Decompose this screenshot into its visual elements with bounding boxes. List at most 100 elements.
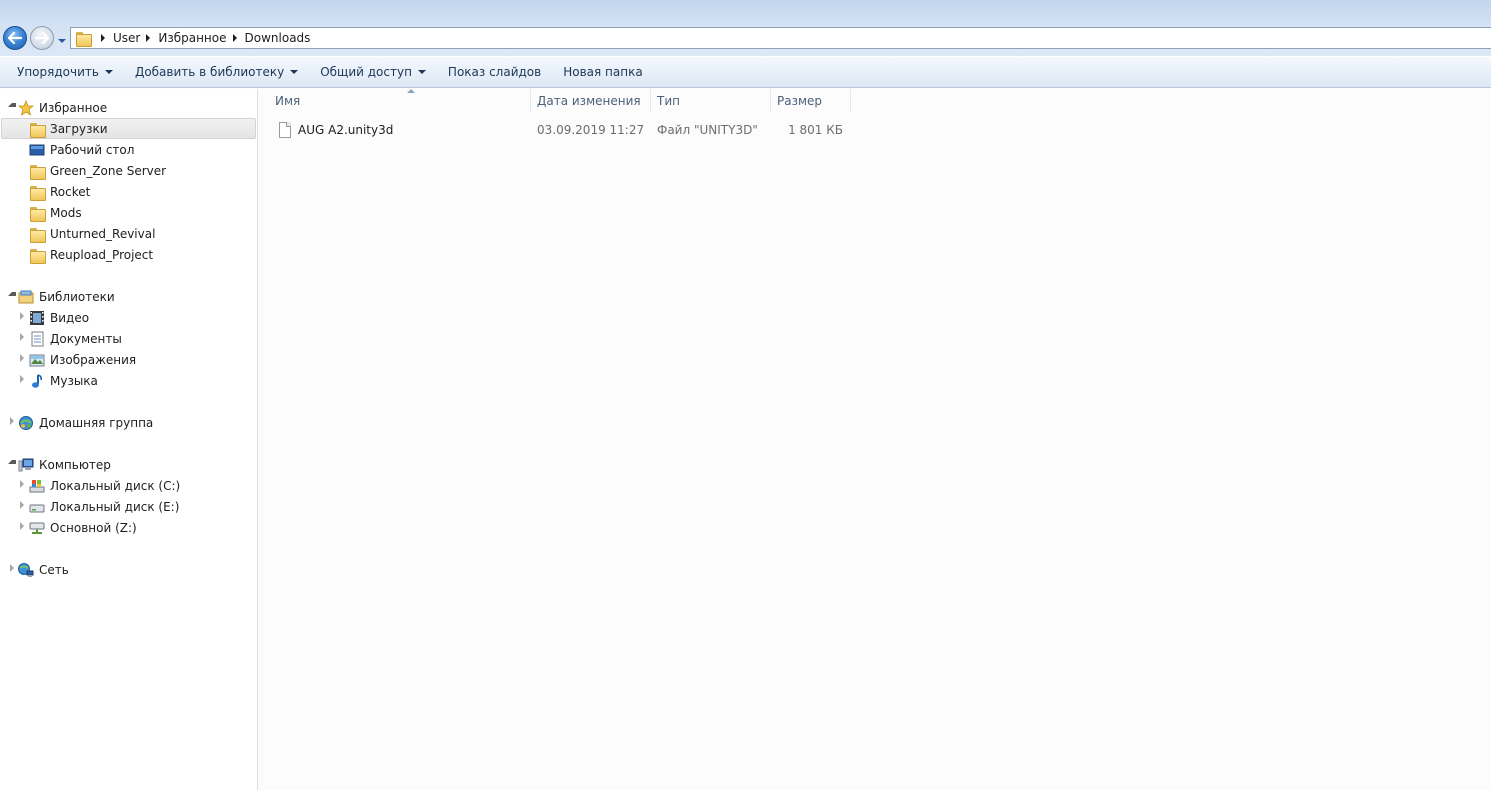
expand-computer-toggle[interactable] <box>8 460 16 464</box>
folder-icon <box>29 226 46 243</box>
nav-favorites[interactable]: Избранное <box>17 97 107 118</box>
nav-item-rocket[interactable]: Rocket <box>29 181 90 202</box>
nav-item-label: Документы <box>50 331 122 346</box>
forward-button[interactable] <box>30 26 54 50</box>
file-row[interactable]: AUG A2.unity3d 03.09.2019 11:27 Файл "UN… <box>277 120 851 140</box>
expand-libraries-toggle[interactable] <box>8 292 16 296</box>
music-icon <box>29 373 45 389</box>
nav-item-unturned-revival[interactable]: Unturned_Revival <box>29 223 155 244</box>
nav-item-video[interactable]: Видео <box>29 307 89 328</box>
expand-drive-c-toggle[interactable] <box>20 480 24 488</box>
file-name-cell: AUG A2.unity3d <box>279 120 393 140</box>
breadcrumb-separator[interactable] <box>232 34 237 42</box>
arrow-left-icon <box>8 32 22 44</box>
downloads-folder-icon <box>29 121 46 138</box>
column-header-name[interactable]: Имя <box>269 89 531 112</box>
column-header-type[interactable]: Тип <box>651 89 771 112</box>
file-size: 1 801 КБ <box>788 123 843 137</box>
recent-pages-dropdown[interactable] <box>57 34 67 43</box>
nav-item-label: Локальный диск (E:) <box>50 499 180 514</box>
nav-homegroup-label: Домашняя группа <box>39 415 154 430</box>
add-to-library-label: Добавить в библиотеку <box>134 65 285 79</box>
add-to-library-button[interactable]: Добавить в библиотеку <box>124 60 309 84</box>
video-icon <box>29 310 45 326</box>
arrow-right-icon <box>35 32 49 44</box>
expand-network-toggle[interactable] <box>10 564 14 572</box>
navigation-pane: Избранное Загрузки Рабочий стол Green_Zo… <box>0 89 258 790</box>
breadcrumb-downloads[interactable]: Downloads <box>245 31 311 45</box>
file-icon <box>279 122 291 138</box>
nav-item-desktop[interactable]: Рабочий стол <box>29 139 134 160</box>
libraries-icon <box>18 289 34 305</box>
expand-pictures-toggle[interactable] <box>20 354 24 362</box>
nav-item-label: Рабочий стол <box>50 142 135 157</box>
file-type: Файл "UNITY3D" <box>657 123 758 137</box>
folder-download-icon <box>75 30 92 47</box>
expand-video-toggle[interactable] <box>20 312 24 320</box>
nav-libraries[interactable]: Библиотеки <box>18 286 115 307</box>
nav-item-documents[interactable]: Документы <box>29 328 122 349</box>
nav-item-label: Видео <box>50 310 90 325</box>
expand-favorites-toggle[interactable] <box>8 103 16 107</box>
breadcrumb-separator[interactable] <box>146 34 151 42</box>
desktop-icon <box>29 142 45 158</box>
organize-button[interactable]: Упорядочить <box>6 60 124 84</box>
new-folder-button[interactable]: Новая папка <box>552 60 653 84</box>
nav-item-downloads[interactable]: Загрузки <box>1 118 256 139</box>
nav-libraries-label: Библиотеки <box>39 289 115 304</box>
nav-item-label: Rocket <box>50 184 91 199</box>
nav-item-reupload-project[interactable]: Reupload_Project <box>29 244 153 265</box>
nav-item-label: Музыка <box>50 373 98 388</box>
expand-drive-z-toggle[interactable] <box>20 522 24 530</box>
hard-drive-icon <box>29 499 45 515</box>
nav-computer[interactable]: Компьютер <box>18 454 111 475</box>
breadcrumb-favorites[interactable]: Избранное <box>158 31 226 45</box>
share-button[interactable]: Общий доступ <box>309 60 437 84</box>
command-bar: Упорядочить Добавить в библиотеку Общий … <box>0 56 1491 88</box>
file-list-pane: Имя Дата изменения Тип Размер AUG A2.uni… <box>259 89 1491 790</box>
nav-item-label: Unturned_Revival <box>50 226 156 241</box>
file-date: 03.09.2019 11:27 <box>537 123 645 137</box>
folder-icon <box>29 184 46 201</box>
computer-icon <box>18 457 34 473</box>
column-header-date[interactable]: Дата изменения <box>531 89 651 112</box>
nav-item-mods[interactable]: Mods <box>29 202 82 223</box>
expand-drive-e-toggle[interactable] <box>20 501 24 509</box>
system-drive-icon <box>29 478 45 494</box>
breadcrumb-separator[interactable] <box>101 34 105 42</box>
nav-item-music[interactable]: Музыка <box>29 370 98 391</box>
nav-computer-label: Компьютер <box>39 457 111 472</box>
folder-icon <box>29 247 46 264</box>
expand-music-toggle[interactable] <box>20 375 24 383</box>
expand-documents-toggle[interactable] <box>20 333 24 341</box>
new-folder-label: Новая папка <box>563 65 643 79</box>
chevron-down-icon <box>104 70 113 74</box>
homegroup-icon <box>18 415 34 431</box>
nav-item-label: Локальный диск (C:) <box>50 478 181 493</box>
nav-item-label: Изображения <box>50 352 137 367</box>
column-header-name-label: Имя <box>275 93 301 108</box>
organize-label: Упорядочить <box>17 65 99 79</box>
expand-homegroup-toggle[interactable] <box>10 417 14 425</box>
nav-item-drive-z[interactable]: Основной (Z:) <box>29 517 137 538</box>
title-bar: User Избранное Downloads <box>0 0 1491 56</box>
address-bar[interactable]: User Избранное Downloads <box>70 27 1491 49</box>
nav-item-label: Загрузки <box>50 121 108 136</box>
slideshow-label: Показ слайдов <box>447 65 542 79</box>
nav-homegroup[interactable]: Домашняя группа <box>18 412 153 433</box>
nav-network[interactable]: Сеть <box>18 559 69 580</box>
documents-icon <box>29 331 45 347</box>
nav-item-label: Reupload_Project <box>50 247 154 262</box>
column-header-date-label: Дата изменения <box>537 93 641 108</box>
nav-item-drive-c[interactable]: Локальный диск (C:) <box>29 475 180 496</box>
chevron-down-icon <box>290 70 299 74</box>
back-button[interactable] <box>3 26 27 50</box>
nav-item-green-zone-server[interactable]: Green_Zone Server <box>29 160 166 181</box>
nav-item-drive-e[interactable]: Локальный диск (E:) <box>29 496 179 517</box>
nav-item-pictures[interactable]: Изображения <box>29 349 136 370</box>
column-header-size[interactable]: Размер <box>771 89 851 112</box>
folder-icon <box>29 205 46 222</box>
slideshow-button[interactable]: Показ слайдов <box>437 60 552 84</box>
breadcrumb-user[interactable]: User <box>113 31 140 45</box>
column-header-type-label: Тип <box>657 93 680 108</box>
